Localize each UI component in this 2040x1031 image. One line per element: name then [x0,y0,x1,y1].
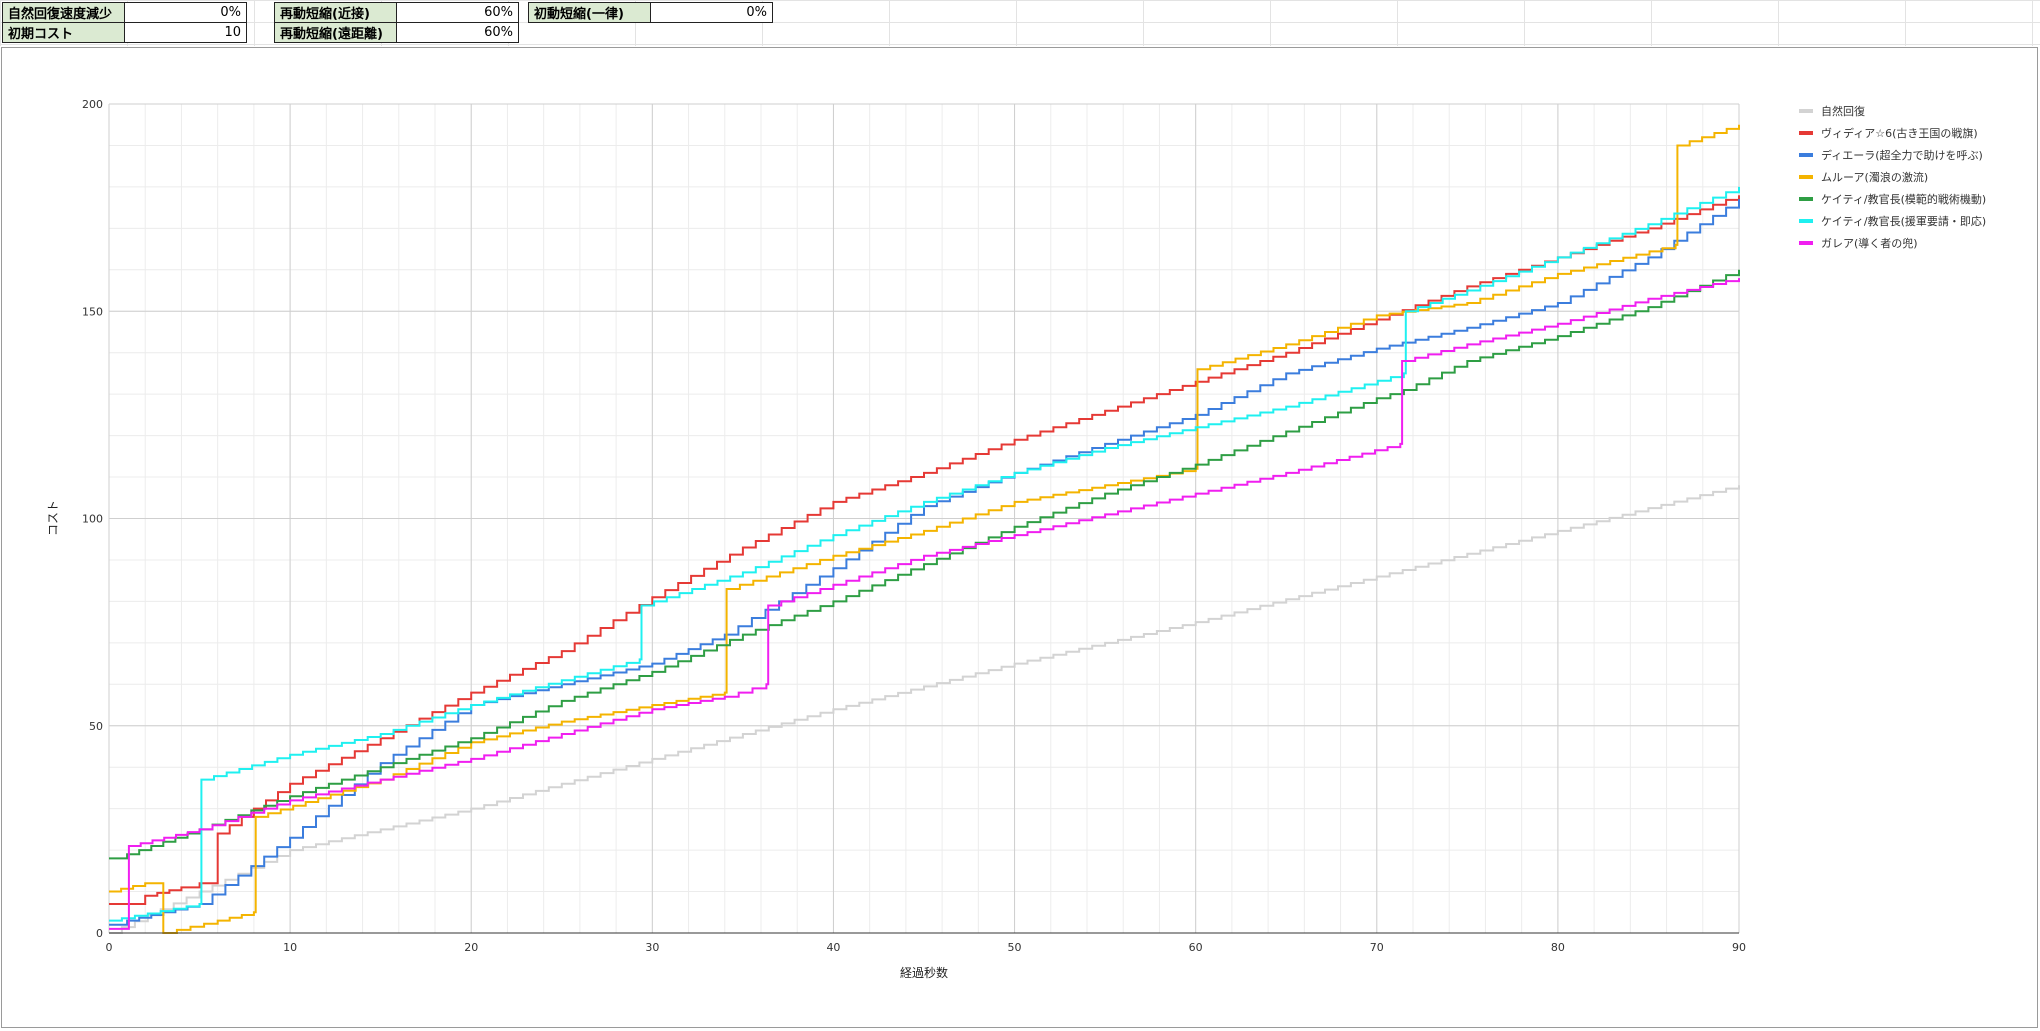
series-lines [109,124,1740,934]
legend-label: ケイティ/教官長(模範的戦術機動) [1821,192,1986,206]
x-tick-label: 10 [283,941,297,954]
series-line [109,124,1740,934]
param-label[interactable]: 初動短縮(一律) [528,2,651,23]
y-tick-label: 50 [89,720,103,733]
param-table-1: 自然回復速度減少 0% 初期コスト 10 [2,2,247,43]
legend: 自然回復ヴィディア☆6(古き王国の戦旗) ディエーラ(超全力で助けを呼ぶ) ムルーア… [1799,104,1986,250]
param-label[interactable]: 自然回復速度減少 [2,2,125,23]
x-tick-label: 40 [826,941,840,954]
axes: 0 10 20 30 40 50 60 70 80 90 0 50 100 150 200 [82,98,1746,954]
series-line [109,278,1740,930]
param-label[interactable]: 再動短縮(遠距離) [274,22,397,43]
legend-label: ケイティ/教官長(援軍要請・即応) [1821,214,1986,228]
x-tick-label: 70 [1370,941,1384,954]
legend-label: ヴィディア☆6(古き王国の戦旗) [1821,126,1978,140]
y-tick-label: 100 [82,513,103,526]
x-tick-label: 50 [1008,941,1022,954]
legend-label: ディエーラ(超全力で助けを呼ぶ) [1821,148,1983,162]
series-line [109,199,1740,926]
legend-swatch [1799,197,1813,201]
y-tick-label: 200 [82,98,103,111]
legend-label: ガレア(導く者の兜) [1821,236,1918,250]
x-tick-label: 90 [1732,941,1746,954]
series-line [109,186,1740,922]
param-value[interactable]: 60% [396,2,519,23]
param-label[interactable]: 再動短縮(近接) [274,2,397,23]
param-table-3: 初動短縮(一律) 0% [528,2,773,23]
param-value[interactable]: 60% [396,22,519,43]
y-tick-label: 0 [96,927,103,940]
legend-swatch [1799,153,1813,157]
x-tick-label: 20 [464,941,478,954]
y-axis-title: コスト [46,500,60,536]
legend-swatch [1799,241,1813,245]
series-line [109,269,1740,860]
legend-label: ムルーア(濁浪の激流) [1821,170,1928,184]
series-line [109,485,1740,934]
chart-container[interactable]: 0 10 20 30 40 50 60 70 80 90 0 50 100 150 200 コスト 経過秒数… [1,47,2038,1028]
legend-swatch [1799,131,1813,135]
legend-swatch [1799,175,1813,179]
x-tick-label: 80 [1551,941,1565,954]
line-chart: 0 10 20 30 40 50 60 70 80 90 0 50 100 150 200 コスト 経過秒数… [46,98,1986,980]
param-value[interactable]: 10 [124,22,247,43]
x-tick-label: 0 [106,941,113,954]
param-value[interactable]: 0% [124,2,247,23]
x-tick-label: 30 [645,941,659,954]
param-value[interactable]: 0% [650,2,773,23]
param-table-2: 再動短縮(近接) 60% 再動短縮(遠距離) 60% [274,2,519,43]
series-line [109,195,1740,905]
legend-swatch [1799,219,1813,223]
x-axis-title: 経過秒数 [900,965,948,980]
y-tick-label: 150 [82,305,103,318]
param-label[interactable]: 初期コスト [2,22,125,43]
x-tick-label: 60 [1189,941,1203,954]
legend-label: 自然回復 [1821,104,1865,118]
legend-swatch [1799,109,1813,113]
